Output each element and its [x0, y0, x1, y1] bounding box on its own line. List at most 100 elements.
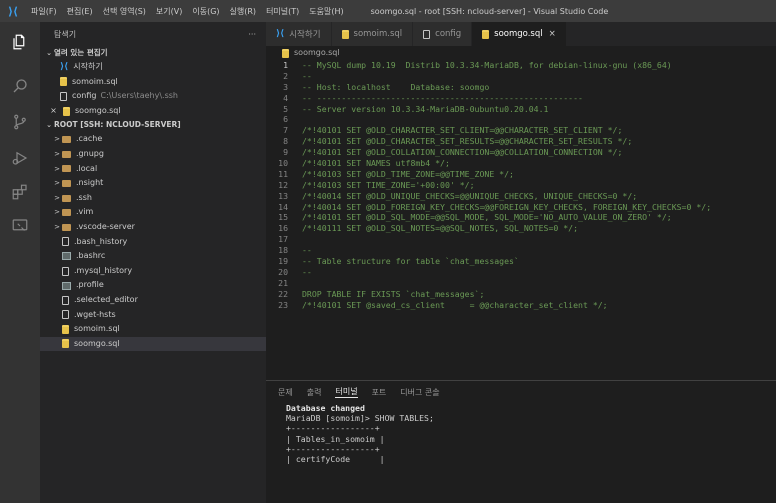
line-text: -- [302, 266, 312, 277]
code-line: 19 -- Table structure for table `chat_mes… [266, 256, 776, 267]
tree-file-bash-history[interactable]: .bash_history [40, 235, 266, 250]
line-text: -- MySQL dump 10.19 Distrib 10.3.34-Mari… [302, 60, 672, 70]
explorer-icon[interactable] [6, 30, 34, 54]
folder-icon [62, 165, 71, 173]
more-actions-icon[interactable]: ··· [248, 30, 256, 39]
chevron-down-icon: ⌄ [46, 121, 52, 130]
code-editor[interactable]: 1 -- MySQL dump 10.19 Distrib 10.3.34-Mar… [266, 60, 776, 380]
menu-view[interactable]: 보기(V) [151, 6, 187, 17]
tree-file-bashrc[interactable]: .bashrc [40, 249, 266, 264]
tree-file-profile[interactable]: .profile [40, 278, 266, 293]
tree-folder-local[interactable]: > .local [40, 162, 266, 177]
tab-ports[interactable]: 포트 [372, 387, 387, 398]
terminal-output[interactable]: Database changed MariaDB [somoim]> SHOW … [266, 403, 776, 464]
tree-label: .bash_history [74, 236, 128, 246]
database-file-icon [60, 77, 67, 87]
line-text: -- -------------------------------------… [302, 92, 583, 103]
tree-file-wget-hsts[interactable]: .wget-hsts [40, 308, 266, 323]
tree-folder-ssh[interactable]: > .ssh [40, 191, 266, 206]
search-icon[interactable] [6, 74, 34, 98]
open-editor-item-config[interactable]: config C:\Users\taehy\.ssh [40, 89, 266, 104]
line-number: 7 [283, 125, 288, 136]
database-file-icon [62, 339, 69, 349]
breadcrumb-item[interactable]: soomgo.sql [294, 46, 340, 60]
tab-debug-console[interactable]: 디버그 콘솔 [400, 387, 439, 398]
tree-folder-gnupg[interactable]: > .gnupg [40, 147, 266, 162]
line-text: /*!40103 SET @OLD_TIME_ZONE=@@TIME_ZONE … [302, 168, 514, 179]
terminal-line: Database changed [286, 403, 365, 413]
menu-file[interactable]: 파일(F) [26, 6, 62, 17]
line-number: 18 [278, 245, 288, 256]
vscode-logo-icon: ⟩⟨ [7, 4, 19, 18]
folder-icon [62, 136, 71, 144]
tree-label: .ssh [76, 192, 92, 202]
line-text: /*!40101 SET @OLD_SQL_MODE=@@SQL_MODE, S… [302, 212, 672, 223]
chevron-right-icon: > [54, 179, 60, 188]
extensions-icon[interactable] [6, 180, 34, 204]
line-text: -- Table structure for table `chat_messa… [302, 256, 519, 267]
menu-go[interactable]: 이동(G) [187, 6, 224, 17]
file-icon [62, 237, 69, 247]
menu-selection[interactable]: 선택 영역(S) [98, 6, 151, 17]
chevron-right-icon: > [54, 149, 60, 158]
tree-file-mysql-history[interactable]: .mysql_history [40, 264, 266, 279]
code-line: 22 DROP TABLE IF EXISTS `chat_messages`; [266, 289, 776, 300]
close-icon[interactable]: × [549, 29, 556, 39]
tree-label: .local [76, 163, 98, 173]
chevron-right-icon: > [54, 208, 60, 217]
run-debug-icon[interactable] [6, 146, 34, 170]
line-number: 21 [278, 277, 288, 288]
tree-folder-nsight[interactable]: > .nsight [40, 176, 266, 191]
code-line: 21 [266, 278, 776, 289]
tree-folder-vscode-server[interactable]: > .vscode-server [40, 220, 266, 235]
menu-run[interactable]: 실행(R) [225, 6, 262, 17]
line-number: 4 [283, 92, 288, 103]
database-file-icon [482, 29, 490, 39]
tab-config[interactable]: config [413, 22, 473, 46]
root-folder-section[interactable]: ⌄ ROOT [SSH: NCLOUD-SERVER] [40, 118, 266, 132]
file-icon [423, 29, 431, 39]
line-number: 10 [278, 158, 288, 169]
menu-edit[interactable]: 편집(E) [62, 6, 98, 17]
code-line: 23 /*!40101 SET @saved_cs_client = @@char… [266, 300, 776, 311]
remote-explorer-icon[interactable] [6, 214, 34, 238]
tab-soomgo-sql[interactable]: soomgo.sql × [472, 22, 567, 46]
menu-help[interactable]: 도움말(H) [304, 6, 348, 17]
open-editor-label: config [72, 91, 97, 101]
tree-file-soomgo-sql[interactable]: soomgo.sql [40, 336, 266, 352]
tab-output[interactable]: 출력 [307, 387, 322, 398]
tree-label: .profile [76, 280, 104, 290]
line-text: /*!40101 SET @OLD_CHARACTER_SET_RESULTS=… [302, 136, 633, 147]
database-file-icon [341, 29, 349, 39]
line-number: 22 [278, 288, 288, 299]
open-editor-item-somoim[interactable]: somoim.sql [40, 75, 266, 90]
code-line: 13 /*!40014 SET @OLD_UNIQUE_CHECKS=@@UNIQ… [266, 191, 776, 202]
line-number: 14 [278, 201, 288, 212]
open-editor-item-soomgo[interactable]: × soomgo.sql [40, 104, 266, 119]
tab-terminal[interactable]: 터미널 [335, 386, 358, 398]
tree-folder-vim[interactable]: > .vim [40, 205, 266, 220]
tree-file-somoim-sql[interactable]: somoim.sql [40, 322, 266, 337]
tree-file-selected-editor[interactable]: .selected_editor [40, 293, 266, 308]
open-editor-label: 시작하기 [73, 62, 103, 71]
tree-folder-cache[interactable]: > .cache [40, 132, 266, 147]
code-line: 3 -- Host: localhost Database: soomgo [266, 82, 776, 93]
code-line: 14 /*!40014 SET @OLD_FOREIGN_KEY_CHECKS=@… [266, 202, 776, 213]
open-editors-section[interactable]: ⌄ 열려 있는 편집기 [40, 46, 266, 60]
tab-welcome[interactable]: ⟩⟨ 시작하기 [266, 22, 332, 46]
source-control-icon[interactable] [6, 110, 34, 134]
tab-problems[interactable]: 문제 [278, 387, 293, 398]
line-text: /*!40101 SET @OLD_CHARACTER_SET_CLIENT=@… [302, 125, 623, 136]
open-editor-item-welcome[interactable]: ⟩⟨ 시작하기 [40, 60, 266, 75]
bottom-panel: 문제 출력 터미널 포트 디버그 콘솔 Database changed Mar… [266, 380, 776, 503]
folder-icon [62, 209, 71, 217]
tree-label: .gnupg [76, 148, 104, 158]
menu-terminal[interactable]: 터미널(T) [261, 6, 304, 17]
close-icon[interactable]: × [48, 104, 59, 119]
terminal-line: +-----------------+ [286, 423, 380, 434]
tab-somoim-sql[interactable]: somoim.sql [331, 22, 414, 46]
code-line: 2 -- [266, 71, 776, 82]
tree-label: .vim [76, 207, 94, 217]
line-text: /*!40101 SET @OLD_COLLATION_CONNECTION=@… [302, 147, 623, 158]
line-text: -- [302, 245, 312, 256]
